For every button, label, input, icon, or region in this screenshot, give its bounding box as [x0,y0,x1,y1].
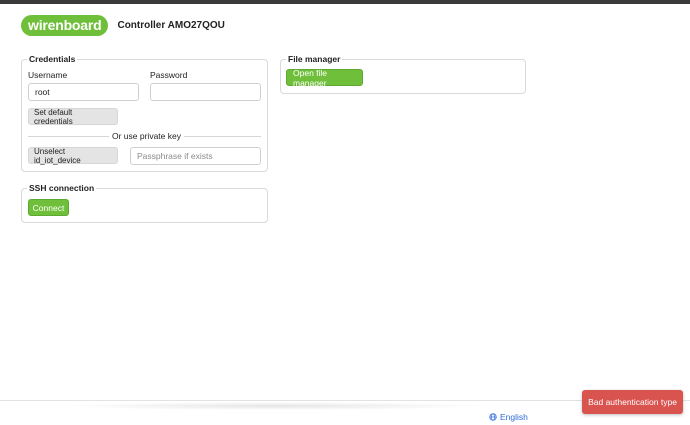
passphrase-input[interactable] [130,147,261,165]
footer-shadow [60,402,490,410]
credentials-panel: Credentials Username Password Set defaul… [21,54,268,172]
language-label: English [500,412,528,422]
header: wirenboard Controller AMO27QOU [21,14,225,36]
ssh-connection-panel: SSH connection Connect [21,183,268,223]
password-input[interactable] [150,83,261,101]
ssh-connection-legend: SSH connection [27,183,97,194]
password-label: Password [150,70,188,80]
error-toast[interactable]: Bad authentication type [582,390,683,414]
wirenboard-logo[interactable]: wirenboard [21,14,109,36]
username-input[interactable] [28,83,139,101]
username-label: Username [28,70,68,80]
controller-title: Controller AMO27QOU [117,19,225,31]
credentials-legend: Credentials [27,54,78,65]
connect-button[interactable]: Connect [28,199,69,216]
open-file-manager-button[interactable]: Open file manager [286,68,363,88]
language-selector[interactable]: English [489,412,528,422]
private-key-divider-text: Or use private key [109,131,184,141]
file-manager-panel: File manager Open file manager [280,54,526,94]
set-default-credentials-button[interactable]: Set default credentials [28,108,118,126]
file-manager-legend: File manager [286,54,343,65]
unselect-key-button[interactable]: Unselect id_iot_device [28,147,118,165]
top-bar [0,0,690,4]
globe-icon [489,413,497,421]
